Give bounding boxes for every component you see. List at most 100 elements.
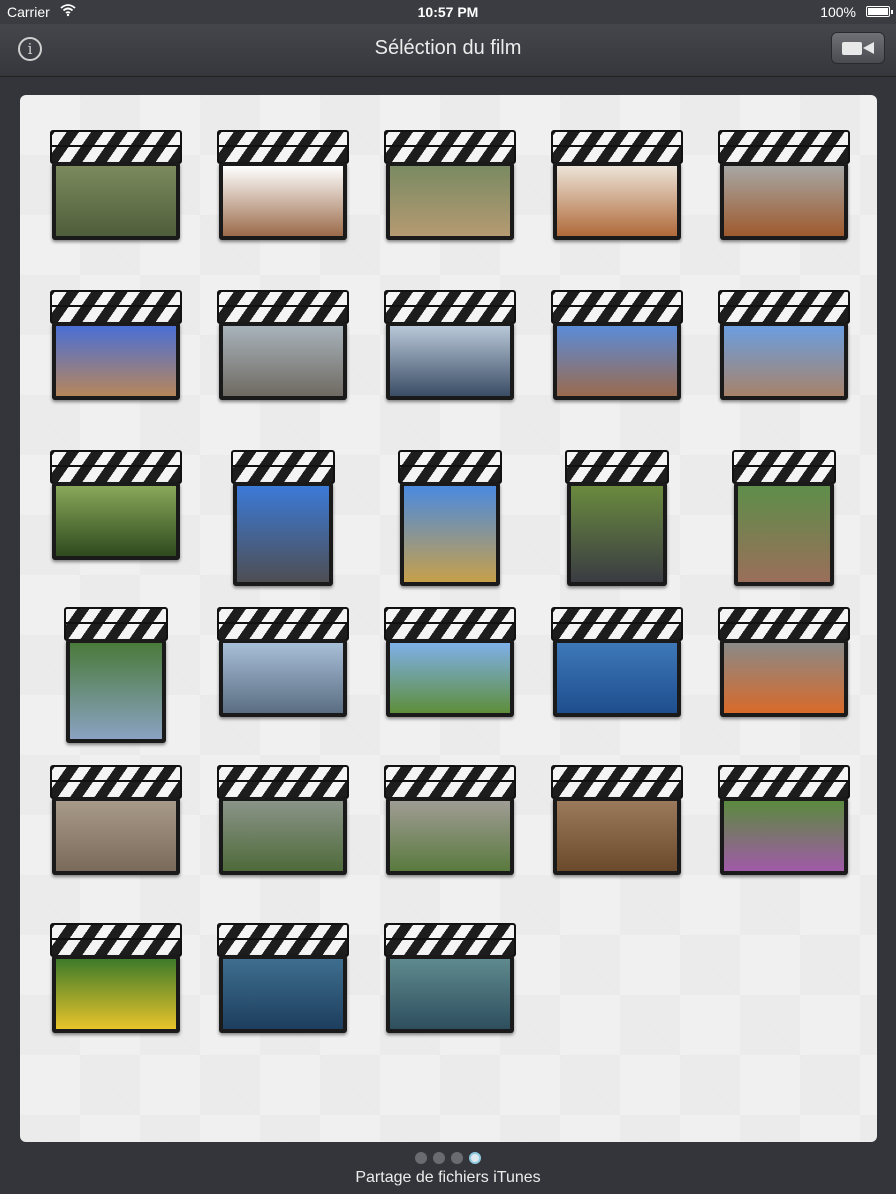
clapperboard-icon [217, 130, 349, 164]
movie-clip-24[interactable] [551, 765, 683, 877]
video-camera-icon [842, 42, 862, 55]
clapperboard-icon [718, 290, 850, 324]
movie-clip-19[interactable] [551, 607, 683, 719]
clip-frame [720, 639, 848, 717]
movie-clip-21[interactable] [50, 765, 182, 877]
movie-clip-1[interactable] [50, 130, 182, 242]
clip-frame [567, 482, 667, 586]
movie-clip-2[interactable] [217, 130, 349, 242]
clip-thumbnail-beach-sea [223, 643, 343, 713]
clapperboard-icon [217, 765, 349, 799]
movie-clip-27[interactable] [217, 923, 349, 1035]
clip-thumbnail-parked-car [571, 486, 663, 582]
clip-thumbnail-kids-field [390, 643, 510, 713]
movie-clip-12[interactable] [231, 450, 335, 588]
clapperboard-icon [398, 450, 502, 484]
clip-thumbnail-aquarium-fish [390, 959, 510, 1029]
clip-thumbnail-boxer-puppy [724, 166, 844, 236]
clip-thumbnail-red-panda-zoo [390, 801, 510, 871]
clapperboard-icon [551, 607, 683, 641]
clip-frame [52, 162, 180, 240]
movie-clip-20[interactable] [718, 607, 850, 719]
movie-clip-8[interactable] [384, 290, 516, 402]
clip-frame [219, 955, 347, 1033]
page-dot-4[interactable] [469, 1152, 481, 1164]
movie-clip-16[interactable] [64, 607, 168, 745]
clip-thumbnail-green-plants [56, 486, 176, 556]
clip-frame [720, 162, 848, 240]
clip-thumbnail-spaniel-dog [223, 166, 343, 236]
clip-thumbnail-aquarium-shark [223, 959, 343, 1029]
movie-clip-11[interactable] [50, 450, 182, 562]
clip-frame [386, 797, 514, 875]
page-indicator[interactable] [0, 1151, 896, 1169]
clapperboard-icon [50, 765, 182, 799]
video-camera-button[interactable] [831, 32, 885, 64]
clip-frame [720, 797, 848, 875]
clapperboard-icon [551, 130, 683, 164]
movie-clip-25[interactable] [718, 765, 850, 877]
clapperboard-icon [551, 765, 683, 799]
clapperboard-icon [50, 290, 182, 324]
clip-frame [219, 322, 347, 400]
movie-clip-17[interactable] [217, 607, 349, 719]
clip-frame [400, 482, 500, 586]
clapperboard-icon [732, 450, 836, 484]
itunes-file-sharing-link[interactable]: Partage de fichiers iTunes [0, 1169, 896, 1187]
clip-frame [553, 162, 681, 240]
movie-clip-23[interactable] [384, 765, 516, 877]
clip-frame [219, 797, 347, 875]
movie-clip-15[interactable] [732, 450, 836, 588]
clip-thumbnail-palm-street [404, 486, 496, 582]
movie-clip-22[interactable] [217, 765, 349, 877]
movie-clip-10[interactable] [718, 290, 850, 402]
clapperboard-icon [64, 607, 168, 641]
clip-thumbnail-butterfly-yellow [56, 959, 176, 1029]
clapperboard-icon [50, 450, 182, 484]
clip-frame [52, 482, 180, 560]
clip-frame [553, 639, 681, 717]
clip-frame [233, 482, 333, 586]
clapperboard-icon [384, 607, 516, 641]
movie-clip-4[interactable] [551, 130, 683, 242]
clapperboard-icon [384, 290, 516, 324]
page-title: Séléction du film [374, 37, 522, 59]
movie-clip-7[interactable] [217, 290, 349, 402]
movie-clip-13[interactable] [398, 450, 502, 588]
movie-clip-18[interactable] [384, 607, 516, 719]
clip-thumbnail-mongoose [557, 801, 677, 871]
movie-clip-3[interactable] [384, 130, 516, 242]
movie-clip-14[interactable] [565, 450, 669, 588]
clip-frame [386, 955, 514, 1033]
movie-clip-9[interactable] [551, 290, 683, 402]
movie-clip-5[interactable] [718, 130, 850, 242]
clapperboard-icon [217, 607, 349, 641]
clapperboard-icon [217, 923, 349, 957]
clip-frame [52, 322, 180, 400]
clip-thumbnail-blue-sea [557, 643, 677, 713]
clip-thumbnail-garden-path [56, 166, 176, 236]
clip-thumbnail-sea-sunset [390, 326, 510, 396]
clip-frame [219, 162, 347, 240]
battery-percent: 100% [820, 4, 856, 20]
clip-frame [66, 639, 166, 743]
clip-frame [734, 482, 834, 586]
clapperboard-icon [50, 130, 182, 164]
clip-thumbnail-kids-rocks [56, 801, 176, 871]
clip-frame [52, 797, 180, 875]
movie-clip-26[interactable] [50, 923, 182, 1035]
clapperboard-icon [231, 450, 335, 484]
movie-clip-28[interactable] [384, 923, 516, 1035]
page-dot-3[interactable] [451, 1152, 463, 1164]
clapperboard-icon [718, 130, 850, 164]
page-dot-2[interactable] [433, 1152, 445, 1164]
clapperboard-icon [50, 923, 182, 957]
clock: 10:57 PM [417, 4, 479, 20]
page-dot-1[interactable] [415, 1152, 427, 1164]
clapperboard-icon [718, 765, 850, 799]
clip-frame [386, 162, 514, 240]
movie-grid [20, 95, 877, 1142]
movie-clip-6[interactable] [50, 290, 182, 402]
clip-frame [386, 639, 514, 717]
clip-thumbnail-butterfly-flowers [724, 801, 844, 871]
